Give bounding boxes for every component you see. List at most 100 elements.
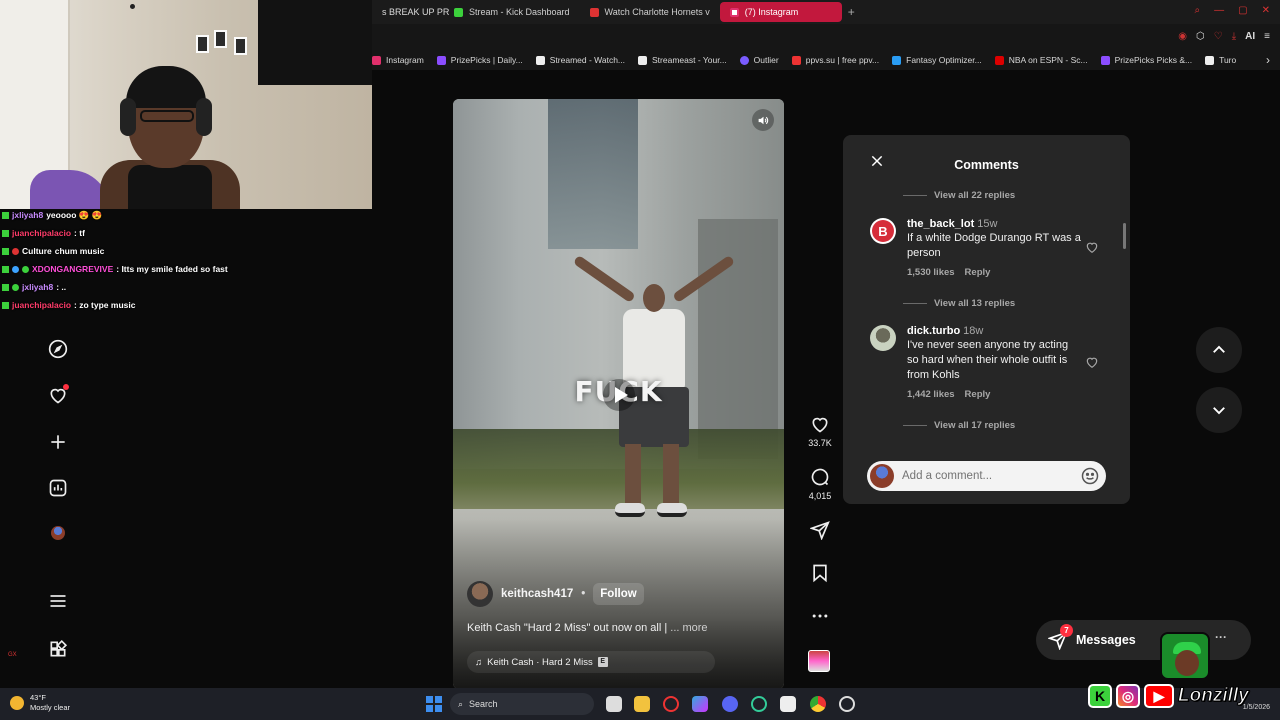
- volume-icon[interactable]: [752, 109, 774, 131]
- download-icon[interactable]: ⤓: [1232, 31, 1236, 42]
- new-tab-button[interactable]: +: [842, 5, 861, 19]
- next-reel-button[interactable]: [1196, 387, 1242, 433]
- windows-start-icon[interactable]: [426, 696, 442, 712]
- chevron-down-icon: [1213, 407, 1225, 415]
- file-explorer-icon[interactable]: [634, 696, 650, 712]
- bookmark-prizepicks[interactable]: PrizePicks | Daily...: [436, 55, 523, 65]
- profile-avatar[interactable]: [51, 526, 65, 540]
- caption-more-link[interactable]: ... more: [670, 622, 707, 634]
- opera-gx-icon[interactable]: [663, 696, 679, 712]
- create-icon[interactable]: [47, 431, 69, 453]
- webcam-overlay: [0, 0, 372, 209]
- add-comment-placeholder[interactable]: Add a comment...: [902, 470, 1072, 482]
- reel-video[interactable]: FUCK keithcash417 • Follow Keith Cash "H…: [453, 99, 784, 689]
- explore-icon[interactable]: [47, 338, 69, 360]
- bookmark-instagram[interactable]: Instagram: [372, 55, 424, 65]
- more-icon[interactable]: ···: [1215, 630, 1227, 644]
- comment-username[interactable]: dick.turbo: [907, 325, 960, 337]
- author-avatar[interactable]: [467, 581, 493, 607]
- comment-avatar[interactable]: [870, 325, 896, 351]
- share-action[interactable]: [804, 520, 836, 540]
- messages-button[interactable]: 7 Messages ···: [1036, 620, 1251, 660]
- taskbar-search[interactable]: ⌕ Search: [450, 693, 594, 715]
- tab-kick-dashboard[interactable]: Stream - Kick Dashboard: [444, 2, 580, 22]
- heart-icon[interactable]: [1085, 240, 1099, 254]
- reply-button[interactable]: Reply: [965, 389, 991, 400]
- tab-hornets[interactable]: Watch Charlotte Hornets v: [580, 2, 720, 22]
- notifications-icon[interactable]: [47, 384, 69, 406]
- audio-thumbnail[interactable]: [808, 650, 830, 672]
- emoji-icon[interactable]: [1080, 466, 1100, 486]
- bookmark-streamed[interactable]: Streamed - Watch...: [535, 55, 625, 65]
- instagram-icon: [372, 55, 381, 65]
- media-icon[interactable]: [780, 696, 796, 712]
- play-icon[interactable]: [603, 379, 635, 411]
- bookmark-fantasy-optimizer[interactable]: Fantasy Optimizer...: [892, 55, 982, 65]
- espn-icon: [994, 55, 1004, 65]
- menu-icon[interactable]: [47, 590, 69, 612]
- minimize-icon[interactable]: —: [1214, 5, 1224, 16]
- tab-label: s BREAK UP PR: [382, 7, 450, 17]
- bookmarks-more-button[interactable]: ›: [1266, 53, 1270, 67]
- copilot-icon[interactable]: [692, 696, 708, 712]
- dashboard-icon[interactable]: [47, 477, 69, 499]
- reel-audio[interactable]: ♫ Keith Cash · Hard 2 Miss E: [467, 651, 715, 673]
- comment-avatar[interactable]: B: [870, 218, 896, 244]
- extension-icon[interactable]: ◉: [1178, 31, 1187, 42]
- send-icon: 7: [1047, 624, 1073, 651]
- subscriber-badge-icon: [12, 247, 19, 255]
- like-action[interactable]: 33.7K: [804, 414, 836, 448]
- comment-time: 15w: [977, 218, 998, 230]
- tab-instagram[interactable]: (7) Instagram: [719, 2, 842, 22]
- kick-badge-icon: [2, 283, 9, 291]
- view-replies-link[interactable]: View all 17 replies: [903, 420, 1015, 431]
- close-icon[interactable]: ✕: [1262, 5, 1270, 16]
- comment-likes[interactable]: 1,530 likes: [907, 267, 955, 278]
- search-label: Search: [469, 699, 498, 709]
- bookmark-streameast[interactable]: Streameast - Your...: [638, 55, 727, 65]
- chat-user: jxliyah8: [22, 282, 54, 292]
- save-action[interactable]: [804, 563, 836, 583]
- headphone-left: [120, 98, 136, 136]
- apps-icon[interactable]: [47, 638, 69, 660]
- add-comment-field[interactable]: Add a comment...: [867, 461, 1106, 491]
- weather-icon: [10, 696, 24, 710]
- view-replies-link[interactable]: View all 22 replies: [903, 190, 1015, 201]
- task-view-icon[interactable]: [606, 696, 622, 712]
- bookmark-prizepicks-picks[interactable]: PrizePicks Picks &...: [1100, 55, 1192, 65]
- heart-icon[interactable]: [1085, 355, 1099, 369]
- menu-icon[interactable]: ≡: [1264, 31, 1270, 42]
- comment-header: the_back_lot 15w: [907, 218, 1082, 230]
- view-replies-link[interactable]: View all 13 replies: [903, 298, 1015, 309]
- weather-widget[interactable]: 43°F Mostly clear: [10, 693, 70, 713]
- bookmark-nba-espn[interactable]: NBA on ESPN - Sc...: [994, 55, 1088, 65]
- follow-button[interactable]: Follow: [593, 583, 644, 605]
- comment-likes[interactable]: 1,442 likes: [907, 389, 955, 400]
- search-icon[interactable]: ⌕: [1195, 5, 1201, 16]
- discord-icon[interactable]: [722, 696, 738, 712]
- puzzle-icon[interactable]: ⬡: [1196, 31, 1205, 42]
- chat-line: jxliyah8 : ..: [2, 278, 228, 296]
- video-window: [548, 99, 638, 249]
- author-username[interactable]: keithcash417: [501, 588, 573, 600]
- heart-icon[interactable]: ♡: [1214, 31, 1223, 42]
- chat-message: : ..: [56, 282, 67, 292]
- more-action[interactable]: [804, 606, 836, 626]
- kick-logo-icon: K: [1088, 684, 1112, 708]
- tab-break-up[interactable]: s BREAK UP PR: [372, 2, 449, 22]
- comment-action[interactable]: 4,015: [804, 467, 836, 501]
- bookmark-turo[interactable]: Turo: [1205, 55, 1236, 65]
- music-note-icon: ♫: [475, 656, 483, 668]
- reply-button[interactable]: Reply: [965, 267, 991, 278]
- scrollbar-thumb[interactable]: [1123, 223, 1126, 249]
- previous-reel-button[interactable]: [1196, 327, 1242, 373]
- performer-shoe-right: [657, 503, 687, 517]
- ai-button[interactable]: AI: [1245, 31, 1255, 42]
- app-icon[interactable]: [751, 696, 767, 712]
- bookmark-outlier[interactable]: Outlier: [739, 55, 779, 65]
- app-icon[interactable]: [839, 696, 855, 712]
- bookmark-ppvs[interactable]: ppvs.su | free ppv...: [791, 55, 879, 65]
- comment-username[interactable]: the_back_lot: [907, 218, 974, 230]
- maximize-icon[interactable]: ▢: [1238, 5, 1247, 16]
- chrome-icon[interactable]: [810, 696, 826, 712]
